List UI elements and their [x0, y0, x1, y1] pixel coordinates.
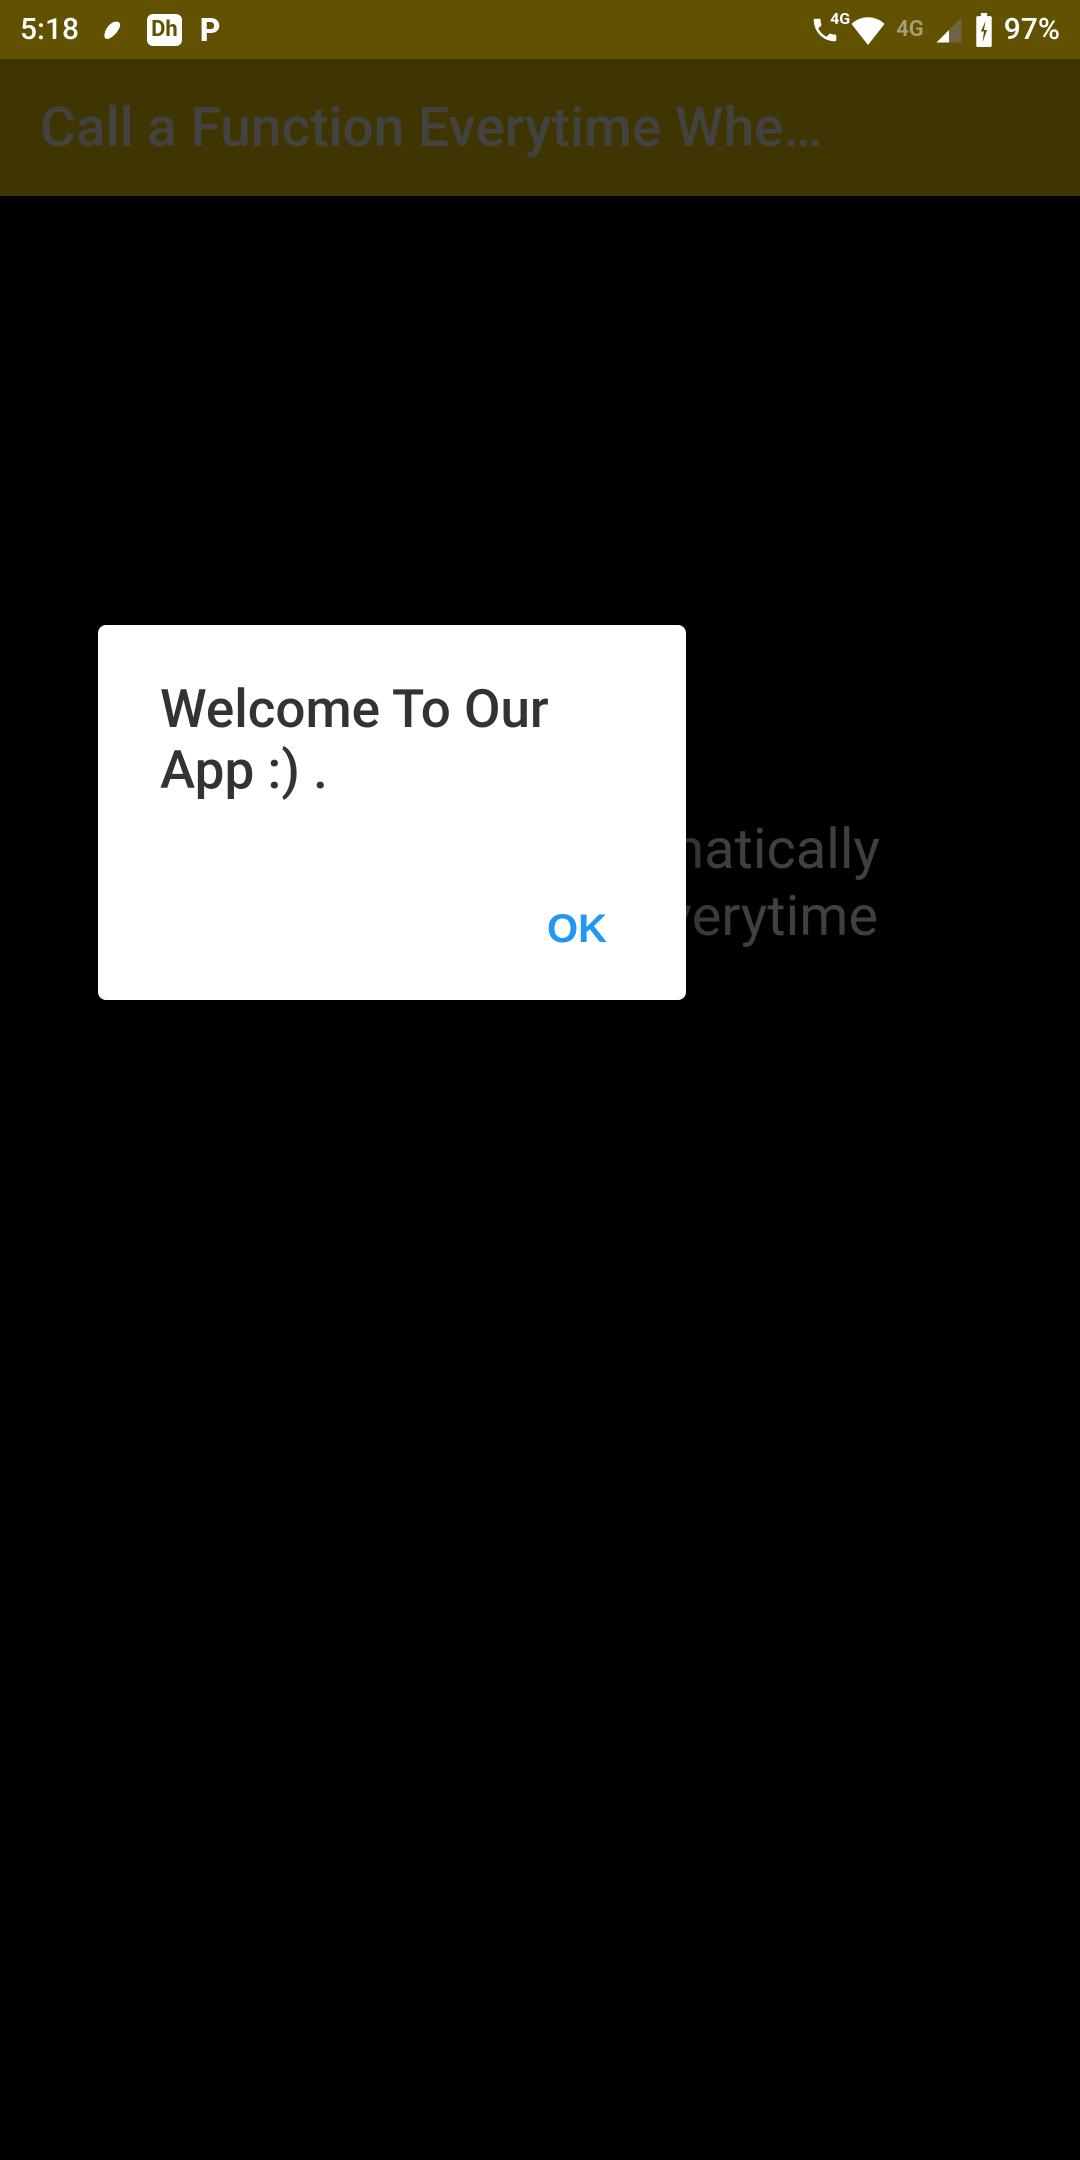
- battery-charging-icon: [974, 13, 994, 47]
- call-4g-icon: 4G: [810, 15, 840, 45]
- signal-icon: [934, 15, 964, 45]
- dialog-actions: OK: [160, 897, 624, 962]
- network-4g-label: 4G: [896, 17, 924, 42]
- status-bar: 5:18 Dh P 4G 4G: [0, 0, 1080, 59]
- modal-overlay[interactable]: [0, 59, 1080, 2160]
- wifi-icon: [850, 15, 886, 45]
- status-left: 5:18 Dh P: [20, 11, 220, 49]
- alert-dialog: Welcome To Our App :) . OK: [98, 625, 686, 1000]
- status-right: 4G 4G 97%: [810, 12, 1060, 47]
- p-icon: P: [200, 11, 221, 49]
- airtel-icon: [97, 14, 129, 46]
- status-time: 5:18: [20, 12, 79, 47]
- dialog-message: Welcome To Our App :) .: [160, 679, 624, 802]
- ok-button[interactable]: OK: [545, 897, 609, 962]
- disney-hotstar-icon: Dh: [147, 14, 182, 46]
- battery-percent: 97%: [1004, 12, 1060, 47]
